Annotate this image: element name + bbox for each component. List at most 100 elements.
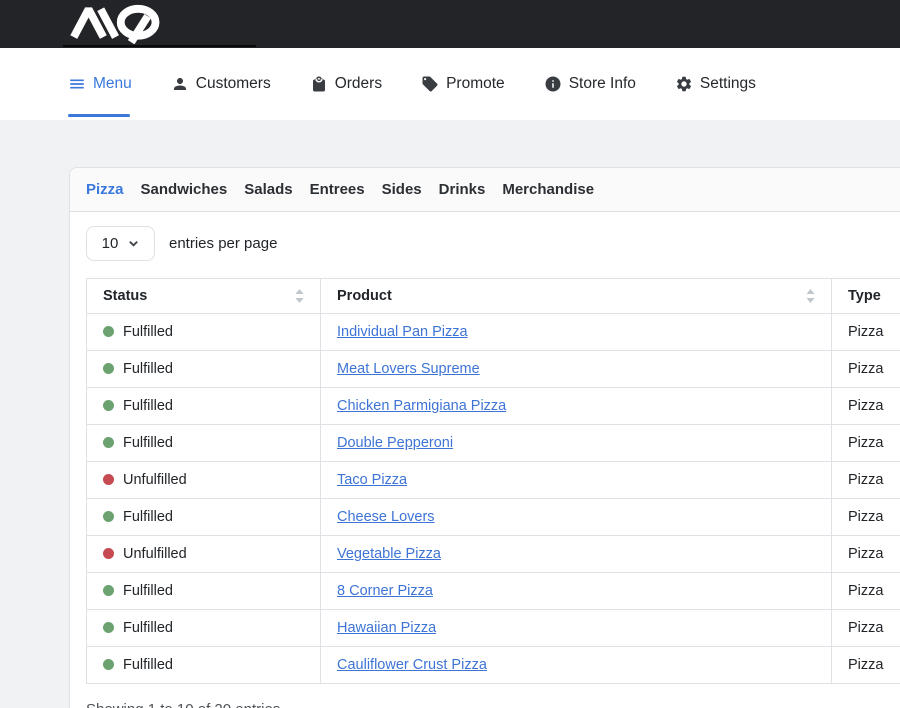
- product-cell: Meat Lovers Supreme: [321, 351, 832, 388]
- table-row: Fulfilled 8 Corner Pizza Pizza: [87, 573, 900, 610]
- status-label: Fulfilled: [123, 583, 173, 599]
- product-link[interactable]: Hawaiian Pizza: [337, 620, 436, 636]
- product-cell: 8 Corner Pizza: [321, 573, 832, 610]
- gear-icon: [675, 75, 693, 93]
- product-link[interactable]: Chicken Parmigiana Pizza: [337, 398, 506, 414]
- nav-item-orders[interactable]: Orders: [310, 75, 382, 93]
- status-label: Fulfilled: [123, 509, 173, 525]
- column-header-product[interactable]: Product: [321, 279, 832, 314]
- column-header-status[interactable]: Status: [87, 279, 321, 314]
- nav-item-label: Store Info: [569, 75, 636, 93]
- status-label: Fulfilled: [123, 361, 173, 377]
- status-dot-icon: [103, 326, 114, 337]
- type-cell: Pizza: [832, 536, 900, 573]
- status-dot-icon: [103, 659, 114, 670]
- shopping-bag-icon: [310, 75, 328, 93]
- product-cell: Cheese Lovers: [321, 499, 832, 536]
- status-dot-icon: [103, 511, 114, 522]
- status-dot-icon: [103, 622, 114, 633]
- tab-entrees[interactable]: Entrees: [310, 180, 365, 199]
- status-label: Fulfilled: [123, 435, 173, 451]
- table-row: Unfulfilled Taco Pizza Pizza: [87, 462, 900, 499]
- table-row: Fulfilled Individual Pan Pizza Pizza: [87, 314, 900, 351]
- type-cell: Pizza: [832, 351, 900, 388]
- type-cell: Pizza: [832, 462, 900, 499]
- tab-drinks[interactable]: Drinks: [439, 180, 486, 199]
- page-size-select[interactable]: 10: [86, 226, 155, 261]
- type-cell: Pizza: [832, 425, 900, 462]
- brand-logo-icon[interactable]: [64, 4, 174, 44]
- nav-item-label: Menu: [93, 75, 132, 93]
- product-link[interactable]: Double Pepperoni: [337, 435, 453, 451]
- table-info-text: Showing 1 to 10 of 20 entries: [86, 701, 900, 708]
- column-label: Product: [337, 288, 392, 304]
- tab-sandwiches[interactable]: Sandwiches: [141, 180, 228, 199]
- product-link[interactable]: Individual Pan Pizza: [337, 324, 468, 340]
- hamburger-icon: [68, 75, 86, 93]
- logo-underline-strip: [63, 45, 256, 47]
- status-dot-icon: [103, 585, 114, 596]
- product-link[interactable]: Cheese Lovers: [337, 509, 435, 525]
- entries-per-page-row: 10 entries per page: [86, 226, 900, 261]
- table-row: Fulfilled Chicken Parmigiana Pizza Pizza: [87, 388, 900, 425]
- nav-item-label: Promote: [446, 75, 505, 93]
- status-cell: Fulfilled: [87, 610, 321, 647]
- product-cell: Chicken Parmigiana Pizza: [321, 388, 832, 425]
- product-cell: Individual Pan Pizza: [321, 314, 832, 351]
- nav-item-label: Orders: [335, 75, 382, 93]
- nav-item-promote[interactable]: Promote: [421, 75, 505, 93]
- status-dot-icon: [103, 363, 114, 374]
- product-cell: Hawaiian Pizza: [321, 610, 832, 647]
- main-navbar: Menu Customers Orders Promote Store Info…: [0, 48, 900, 120]
- menu-card: Pizza Sandwiches Salads Entrees Sides Dr…: [69, 167, 900, 708]
- table-header-row: Status Product Type: [87, 279, 900, 314]
- tab-pizza[interactable]: Pizza: [86, 180, 124, 199]
- info-icon: [544, 75, 562, 93]
- table-row: Fulfilled Meat Lovers Supreme Pizza: [87, 351, 900, 388]
- nav-item-settings[interactable]: Settings: [675, 75, 756, 93]
- active-nav-underline: [68, 114, 130, 118]
- status-cell: Fulfilled: [87, 388, 321, 425]
- type-cell: Pizza: [832, 499, 900, 536]
- column-label: Status: [103, 288, 147, 304]
- category-tabs: Pizza Sandwiches Salads Entrees Sides Dr…: [70, 168, 900, 212]
- table-row: Fulfilled Cheese Lovers Pizza: [87, 499, 900, 536]
- product-link[interactable]: Cauliflower Crust Pizza: [337, 657, 487, 673]
- nav-item-menu[interactable]: Menu: [68, 75, 132, 93]
- table-row: Fulfilled Cauliflower Crust Pizza Pizza: [87, 647, 900, 684]
- nav-item-store-info[interactable]: Store Info: [544, 75, 636, 93]
- product-link[interactable]: Taco Pizza: [337, 472, 407, 488]
- product-link[interactable]: Meat Lovers Supreme: [337, 361, 480, 377]
- products-table: Status Product Type: [86, 278, 900, 684]
- product-link[interactable]: Vegetable Pizza: [337, 546, 441, 562]
- status-label: Fulfilled: [123, 324, 173, 340]
- status-label: Fulfilled: [123, 620, 173, 636]
- product-cell: Cauliflower Crust Pizza: [321, 647, 832, 684]
- column-header-type[interactable]: Type: [832, 279, 900, 314]
- tag-icon: [421, 75, 439, 93]
- status-label: Unfulfilled: [123, 546, 187, 562]
- product-link[interactable]: 8 Corner Pizza: [337, 583, 433, 599]
- tab-sides[interactable]: Sides: [382, 180, 422, 199]
- sort-icon: [806, 289, 815, 303]
- nav-item-label: Settings: [700, 75, 756, 93]
- product-cell: Vegetable Pizza: [321, 536, 832, 573]
- status-cell: Fulfilled: [87, 647, 321, 684]
- table-row: Unfulfilled Vegetable Pizza Pizza: [87, 536, 900, 573]
- table-row: Fulfilled Double Pepperoni Pizza: [87, 425, 900, 462]
- type-cell: Pizza: [832, 388, 900, 425]
- status-label: Unfulfilled: [123, 472, 187, 488]
- tab-salads[interactable]: Salads: [244, 180, 292, 199]
- entries-per-page-label: entries per page: [169, 235, 277, 252]
- chevron-down-icon: [128, 238, 139, 249]
- product-cell: Double Pepperoni: [321, 425, 832, 462]
- status-label: Fulfilled: [123, 398, 173, 414]
- status-cell: Fulfilled: [87, 573, 321, 610]
- tab-merchandise[interactable]: Merchandise: [502, 180, 594, 199]
- type-cell: Pizza: [832, 610, 900, 647]
- nav-item-label: Customers: [196, 75, 271, 93]
- status-label: Fulfilled: [123, 657, 173, 673]
- nav-item-customers[interactable]: Customers: [171, 75, 271, 93]
- product-cell: Taco Pizza: [321, 462, 832, 499]
- status-cell: Fulfilled: [87, 314, 321, 351]
